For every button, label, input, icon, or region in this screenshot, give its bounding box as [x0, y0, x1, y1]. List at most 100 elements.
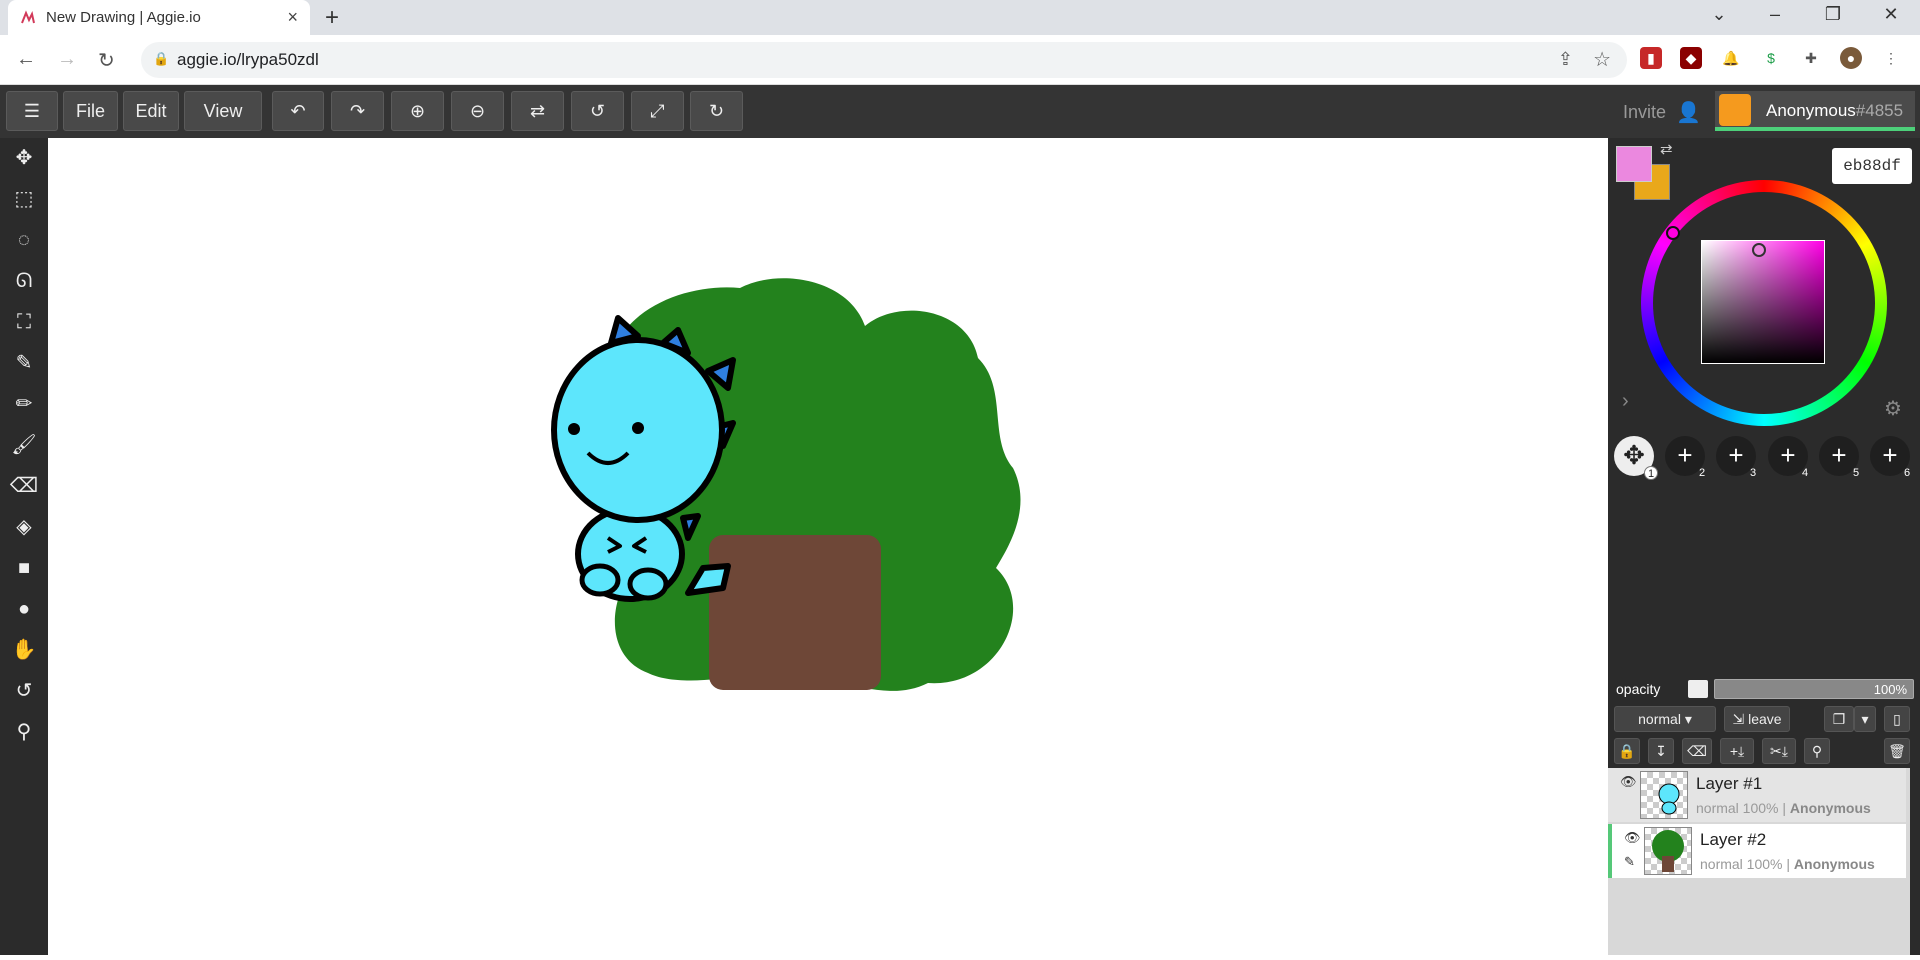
rotate-right-icon[interactable]: ↻: [690, 91, 743, 131]
undo-icon[interactable]: ↶: [272, 91, 324, 131]
tiger-avatar: [1719, 94, 1751, 126]
rotate-left-icon[interactable]: ↺: [571, 91, 624, 131]
zoom-icon[interactable]: ⚲: [9, 717, 39, 747]
close-window-button[interactable]: ✕: [1876, 4, 1906, 25]
reload-icon[interactable]: ↻: [98, 48, 115, 73]
layer-item[interactable]: 👁 Layer #1 normal 100% | Anonymous: [1608, 768, 1906, 822]
app-toolbar: ☰ File Edit View ↶ ↷ ⊕ ⊖ ⇄ ↺ ⤢ ↻ Invite …: [0, 85, 1920, 138]
move-icon[interactable]: ✥: [9, 143, 39, 173]
rectangle-icon[interactable]: ■: [9, 553, 39, 583]
layer-thumbnail: [1644, 827, 1692, 875]
brush-icon[interactable]: 🖌: [9, 430, 39, 460]
search-icon[interactable]: ⚲: [1804, 738, 1830, 764]
opacity-lock-checkbox[interactable]: [1688, 680, 1708, 698]
zoom-in-icon[interactable]: ⊕: [391, 91, 444, 131]
extension-bell-icon[interactable]: 🔔: [1720, 47, 1742, 69]
leave-button[interactable]: ⇲ leave: [1724, 706, 1790, 732]
ellipse-select-icon[interactable]: ◌: [9, 225, 39, 255]
hue-handle[interactable]: [1666, 226, 1680, 240]
chevron-right-icon[interactable]: ›: [1622, 390, 1629, 413]
layer-name: Layer #2: [1700, 830, 1767, 849]
url-text: aggie.io/lrypa50zdl: [177, 50, 319, 69]
brush-slot-1[interactable]: ✥ 1: [1614, 436, 1658, 480]
user-badge[interactable]: Anonymous#4855: [1715, 91, 1915, 131]
extensions-puzzle-icon[interactable]: ✚: [1800, 47, 1822, 69]
eyedropper-icon[interactable]: ✎: [9, 348, 39, 378]
tree-trunk: [709, 535, 881, 690]
bookmark-star-icon[interactable]: ☆: [1593, 47, 1611, 72]
hand-icon[interactable]: ✋: [9, 635, 39, 665]
primary-color-swatch[interactable]: [1616, 146, 1652, 182]
brush-slot-5[interactable]: +5: [1819, 436, 1859, 479]
invite-label[interactable]: Invite: [1623, 102, 1666, 123]
rect-select-icon[interactable]: ⬚: [9, 184, 39, 214]
clear-layer-icon[interactable]: ⌫: [1682, 738, 1712, 764]
blend-mode-select[interactable]: normal ▾: [1614, 706, 1716, 732]
cut-layer-icon[interactable]: ✂⤓: [1762, 738, 1796, 764]
merge-down-icon[interactable]: ↧: [1648, 738, 1674, 764]
hamburger-menu-icon[interactable]: ☰: [6, 91, 58, 131]
edit-menu-button[interactable]: Edit: [123, 91, 179, 131]
lasso-icon[interactable]: ᘏ: [9, 266, 39, 296]
tool-sidebar: ✥ ⬚ ◌ ᘏ ⛶ ✎ ✏ 🖌 ⌫ ◈ ■ ● ✋ ↺ ⚲: [0, 138, 48, 955]
pencil-icon[interactable]: ✏: [9, 389, 39, 419]
brush-slot-4[interactable]: +4: [1768, 436, 1808, 479]
profile-avatar[interactable]: ●: [1840, 47, 1862, 69]
transform-icon[interactable]: ⛶: [9, 307, 39, 337]
extension-red-icon[interactable]: ▮: [1640, 47, 1662, 69]
lock-layer-icon[interactable]: 🔒: [1614, 738, 1640, 764]
layer-list: 👁 Layer #1 normal 100% | Anonymous 👁 ✎ L…: [1608, 768, 1910, 955]
layer-meta: normal 100% | Anonymous: [1696, 800, 1871, 816]
eraser-icon[interactable]: ⌫: [9, 471, 39, 501]
drawing-canvas[interactable]: [48, 138, 1608, 955]
extension-money-icon[interactable]: $: [1760, 47, 1782, 69]
reset-icon[interactable]: ↺: [9, 676, 39, 706]
brush-slot-6[interactable]: +6: [1870, 436, 1910, 479]
browser-tab[interactable]: New Drawing | Aggie.io ×: [8, 0, 310, 35]
saturation-value-square[interactable]: [1701, 240, 1825, 364]
brush-slot-3[interactable]: +3: [1716, 436, 1756, 479]
swap-colors-icon[interactable]: ⇄: [1660, 140, 1673, 158]
duplicate-layer-icon[interactable]: ❐: [1824, 706, 1854, 732]
ublock-icon[interactable]: ◆: [1680, 47, 1702, 69]
tab-close-icon[interactable]: ×: [287, 7, 298, 28]
fullscreen-icon[interactable]: ⤢: [631, 91, 684, 131]
tab-search-icon[interactable]: ⌄: [1704, 4, 1734, 25]
fill-icon[interactable]: ◈: [9, 512, 39, 542]
circle-icon[interactable]: ●: [9, 594, 39, 624]
zoom-out-icon[interactable]: ⊖: [451, 91, 504, 131]
opacity-slider[interactable]: 100%: [1714, 679, 1914, 699]
eye-icon[interactable]: 👁: [1620, 774, 1637, 790]
layer-meta: normal 100% | Anonymous: [1700, 856, 1875, 872]
tab-title: New Drawing | Aggie.io: [46, 9, 201, 26]
chrome-menu-icon[interactable]: ⋮: [1880, 47, 1902, 69]
redo-icon[interactable]: ↷: [331, 91, 384, 131]
brush-slot-2[interactable]: +2: [1665, 436, 1705, 479]
view-menu-button[interactable]: View: [184, 91, 262, 131]
pencil-icon: ✎: [1624, 854, 1635, 869]
layer-thumbnail: [1640, 771, 1688, 819]
gear-icon[interactable]: ⚙: [1884, 396, 1902, 421]
layer-name: Layer #1: [1696, 774, 1763, 793]
paste-layer-icon[interactable]: +⤓: [1720, 738, 1754, 764]
new-tab-button[interactable]: +: [325, 4, 339, 32]
sv-handle[interactable]: [1752, 243, 1766, 257]
share-icon[interactable]: ⇪: [1558, 49, 1573, 70]
duplicate-dropdown-icon[interactable]: ▾: [1854, 706, 1876, 732]
delete-layer-icon[interactable]: 🗑: [1884, 738, 1910, 764]
user-name: Anonymous#4855: [1766, 101, 1904, 120]
add-user-icon[interactable]: 👤: [1676, 100, 1701, 125]
hex-color-input[interactable]: eb88df: [1832, 148, 1912, 184]
browser-tab-strip: New Drawing | Aggie.io × + ⌄ – ❐ ✕: [0, 0, 1920, 35]
restore-button[interactable]: ❐: [1818, 4, 1848, 25]
back-icon[interactable]: ←: [16, 48, 36, 71]
url-field[interactable]: 🔒 aggie.io/lrypa50zdl ⇪ ☆: [141, 42, 1627, 78]
forward-icon[interactable]: →: [57, 48, 77, 71]
eye-icon[interactable]: 👁: [1624, 830, 1641, 846]
minimize-button[interactable]: –: [1760, 4, 1790, 25]
layer-item-selected[interactable]: 👁 ✎ Layer #2 normal 100% | Anonymous: [1608, 824, 1906, 878]
new-layer-icon[interactable]: ▯: [1884, 706, 1910, 732]
aggie-favicon-icon: [21, 9, 35, 23]
file-menu-button[interactable]: File: [63, 91, 118, 131]
flip-icon[interactable]: ⇄: [511, 91, 564, 131]
